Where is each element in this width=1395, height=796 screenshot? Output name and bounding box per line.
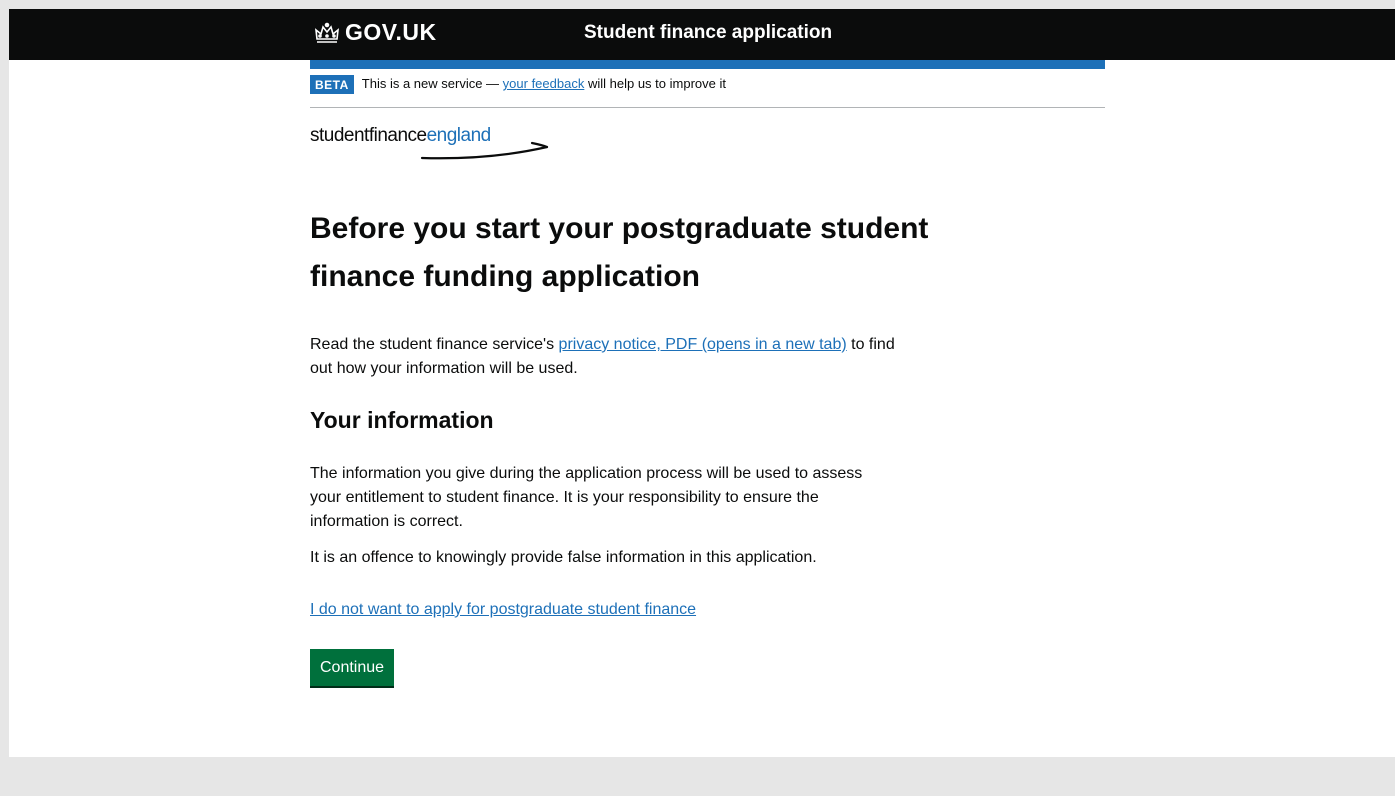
continue-button[interactable]: Continue: [310, 649, 395, 686]
govuk-header: GOV.UK Student finance application: [9, 9, 1395, 60]
phase-text-after: will help us to improve it: [587, 76, 726, 91]
crown-icon: [313, 22, 341, 44]
sfe-swoosh-icon: [420, 141, 549, 160]
page-title: Before you start your postgraduate stude…: [310, 212, 929, 293]
privacy-text-before: Read the student finance service's: [310, 336, 555, 353]
page-footer: [9, 757, 1395, 796]
main-content: Before you start your postgraduate stude…: [310, 205, 928, 686]
phase-banner-text: This is a new service — your feedback wi…: [362, 74, 726, 94]
beta-tag: BETA: [310, 75, 354, 94]
information-paragraph: The information you give during the appl…: [310, 465, 863, 530]
feedback-link[interactable]: your feedback: [503, 76, 585, 91]
offence-paragraph: It is an offence to knowingly provide fa…: [310, 549, 817, 566]
privacy-notice-link[interactable]: privacy notice, PDF (opens in a new tab): [559, 336, 847, 353]
page: GOV.UK Student finance application BETA …: [0, 0, 1395, 796]
govuk-logo-text: GOV.UK: [345, 19, 437, 45]
header-container: GOV.UK Student finance application: [310, 9, 1105, 60]
opt-out-link[interactable]: I do not want to apply for postgraduate …: [310, 598, 696, 622]
your-information-heading: Your information: [310, 407, 494, 433]
phase-banner: BETA This is a new service — your feedba…: [310, 75, 1105, 108]
service-name-link[interactable]: Student finance application: [584, 22, 832, 44]
phase-text-before: This is a new service —: [361, 76, 500, 91]
govuk-logo-link[interactable]: GOV.UK: [313, 19, 437, 46]
header-blue-bar: [310, 60, 1105, 69]
student-finance-england-logo: studentfinanceengland: [310, 125, 550, 160]
sfe-logo-student-finance: studentfinance: [310, 125, 427, 146]
privacy-paragraph: Read the student finance service's priva…: [310, 333, 900, 381]
